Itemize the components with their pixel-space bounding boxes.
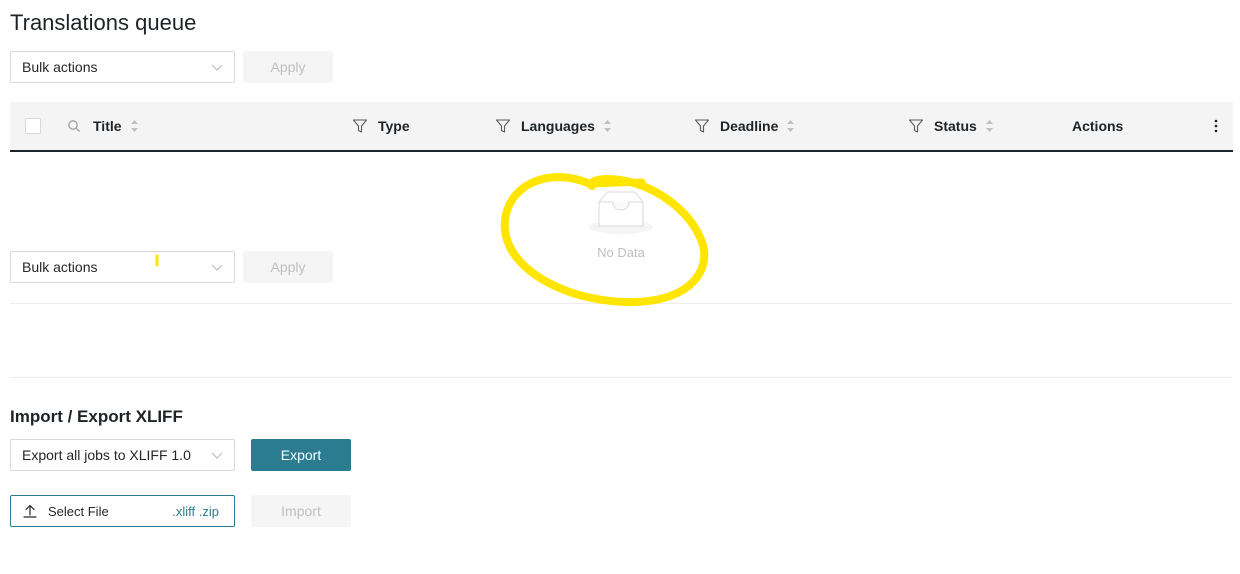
export-format-select[interactable]: Export all jobs to XLIFF 1.0 <box>10 439 235 471</box>
select-file-label: Select File <box>48 503 109 519</box>
upload-icon <box>23 504 37 518</box>
highlight-annotation <box>155 173 709 307</box>
import-button[interactable]: Import <box>251 495 351 527</box>
section-title: Import / Export XLIFF <box>10 407 183 426</box>
chevron-down-icon <box>211 452 223 459</box>
export-format-value: Export all jobs to XLIFF 1.0 <box>22 447 191 463</box>
export-button[interactable]: Export <box>251 439 351 471</box>
select-file-button[interactable]: Select File .xliff .zip <box>10 495 235 527</box>
file-types-hint: .xliff .zip <box>172 503 219 519</box>
